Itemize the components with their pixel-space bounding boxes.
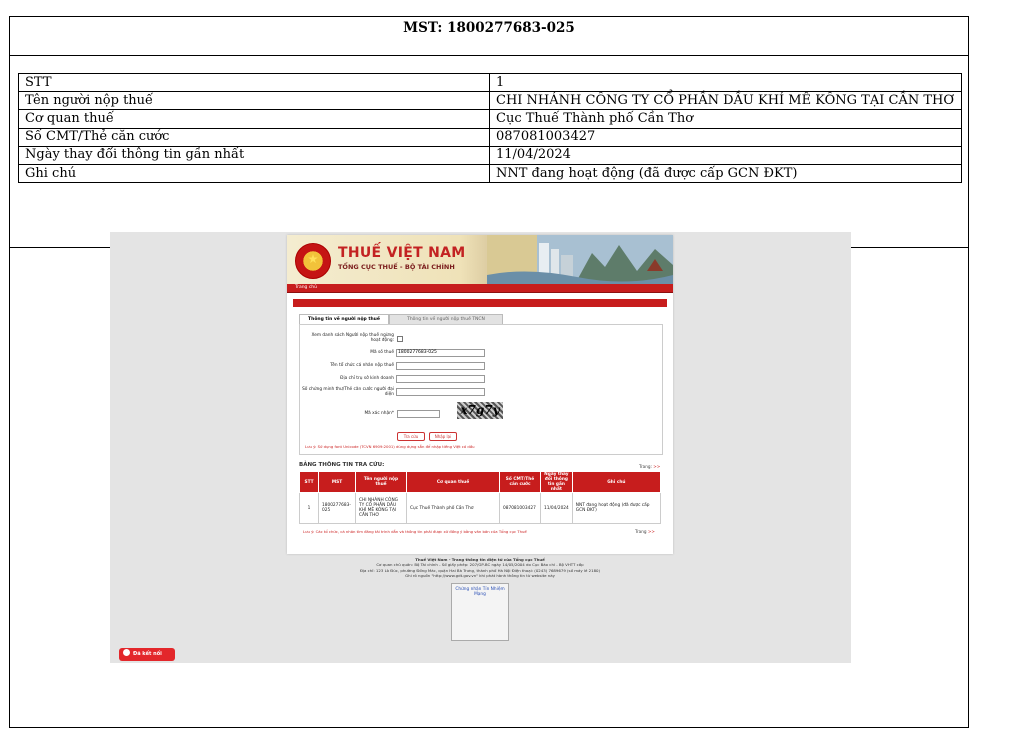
address-label: Địa chỉ trụ sở kinh doanh bbox=[340, 376, 394, 381]
mst-input[interactable]: 1800277683-025 bbox=[396, 349, 485, 357]
col-last-change: Ngày thay đổi thông tin gần nhất bbox=[540, 471, 573, 493]
search-form: Xem danh sách Người nộp thuế ngừng hoạt … bbox=[299, 324, 663, 455]
address-input[interactable] bbox=[396, 375, 485, 383]
info-label: Ghi chú bbox=[18, 163, 490, 184]
cert-label: Chứng nhận Tín Nhiệm Mạng bbox=[455, 587, 505, 597]
results-header-row: STT MST Tên người nộp thuế Cơ quan thuế … bbox=[299, 471, 662, 493]
info-value: 1 bbox=[489, 72, 962, 93]
paging-label: Trang: bbox=[639, 464, 652, 469]
col-note: Ghi chú bbox=[571, 471, 662, 493]
emc-badge[interactable]: Đã kết nối EMC bbox=[119, 648, 175, 670]
results-paging-bottom: Trang >> bbox=[635, 529, 655, 534]
info-row: Tên người nộp thuế CHI NHÁNH CÔNG TY CỔ P… bbox=[18, 91, 962, 111]
info-row: Ngày thay đổi thông tin gần nhất 11/04/20… bbox=[18, 145, 962, 165]
name-input[interactable] bbox=[396, 362, 485, 370]
info-value: 087081003427 bbox=[489, 127, 962, 147]
paging-next-link[interactable]: >> bbox=[653, 464, 660, 469]
col-id-card: Số CMT/Thẻ căn cước bbox=[499, 471, 541, 493]
captcha-label: Mã xác nhận* bbox=[364, 411, 394, 416]
info-label: Số CMT/Thẻ căn cước bbox=[18, 127, 490, 147]
site-footer: Thuế Việt Nam - Trang thông tin điện tử … bbox=[287, 557, 673, 578]
col-name: Tên người nộp thuế bbox=[355, 471, 407, 493]
emc-icon bbox=[123, 649, 130, 656]
col-mst: MST bbox=[318, 471, 356, 493]
results-title: BẢNG THÔNG TIN TRA CỨU: bbox=[299, 462, 385, 468]
cell-tax-office: Cục Thuế Thành phố Cần Thơ bbox=[406, 492, 500, 524]
info-value: NNT đang hoạt động (đã được cấp GCN ĐKT) bbox=[489, 163, 962, 184]
results-table: STT MST Tên người nộp thuế Cơ quan thuế … bbox=[299, 471, 662, 524]
results-paging-top: Trang: >> bbox=[639, 464, 660, 469]
info-section: STT 1 Tên người nộp thuế CHI NHÁNH CÔNG TY… bbox=[10, 56, 968, 248]
mst-label: Mã số thuế bbox=[370, 350, 394, 355]
panel-header: Tra cứu thông tin người nộp Thuế bbox=[293, 299, 667, 316]
tax-lookup-page: THUẾ VIỆT NAM TỔNG CỤC THUẾ - BỘ TÀI CHÍ… bbox=[287, 235, 673, 554]
search-button[interactable]: Tra cứu bbox=[397, 432, 425, 441]
info-value: CHI NHÁNH CÔNG TY CỔ PHẦN DẦU KHÍ MÊ KÔN… bbox=[489, 91, 962, 111]
nav-home-link[interactable]: Trang chủ bbox=[295, 284, 317, 292]
cell-note: NNT đang hoạt động (đã được cấp GCN ĐKT) bbox=[571, 492, 662, 524]
paging-bottom-next-link[interactable]: >> bbox=[648, 529, 655, 534]
cell-last-change: 11/04/2024 bbox=[540, 492, 573, 524]
info-row: STT 1 bbox=[18, 72, 962, 93]
suspended-list-label: Xem danh sách Người nộp thuế ngừng hoạt … bbox=[311, 333, 394, 343]
info-value: Cục Thuế Thành phố Cần Thơ bbox=[489, 109, 962, 129]
brand-title: THUẾ VIỆT NAM bbox=[338, 245, 466, 261]
name-label: Tên tổ chức cá nhân nộp thuế bbox=[330, 363, 394, 368]
captcha-image: x7g7y bbox=[457, 402, 503, 419]
info-row: Ghi chú NNT đang hoạt động (đã được cấp G… bbox=[18, 163, 962, 184]
id-label: Số chứng minh thư/Thẻ căn cước người đại… bbox=[302, 387, 394, 397]
footer-line: Ghi rõ nguồn "http://www.gdt.gov.vn" khi… bbox=[405, 572, 555, 578]
cell-mst: 1800277683-025 bbox=[318, 492, 356, 524]
form-note: Lưu ý: Sử dụng font Unicode (TCVN 6909:2… bbox=[305, 444, 475, 449]
document-header: MST: 1800277683-025 bbox=[10, 17, 968, 56]
col-stt: STT bbox=[299, 471, 319, 493]
info-label: Cơ quan thuế bbox=[18, 109, 490, 129]
landscape-banner-image bbox=[487, 235, 673, 284]
paging-bottom-label: Trang bbox=[635, 529, 647, 534]
info-table: STT 1 Tên người nộp thuế CHI NHÁNH CÔNG TY… bbox=[18, 72, 962, 184]
info-row: Cơ quan thuế Cục Thuế Thành phố Cần Thơ bbox=[18, 109, 962, 129]
captcha-input[interactable] bbox=[397, 410, 440, 418]
trust-certificate-badge[interactable]: Chứng nhận Tín Nhiệm Mạng bbox=[451, 583, 509, 641]
info-label: STT bbox=[18, 72, 490, 93]
table-row: 1 1800277683-025 CHI NHÁNH CÔNG TY CỔ PH… bbox=[299, 492, 662, 524]
national-emblem-icon bbox=[295, 243, 331, 279]
results-note: Lưu ý: Các tổ chức, cá nhân tìm đăng tải… bbox=[303, 529, 527, 534]
brand-subtitle: TỔNG CỤC THUẾ - BỘ TÀI CHÍNH bbox=[338, 263, 455, 271]
cell-stt: 1 bbox=[299, 492, 319, 524]
site-banner: THUẾ VIỆT NAM TỔNG CỤC THUẾ - BỘ TÀI CHÍ… bbox=[287, 235, 673, 284]
info-label: Tên người nộp thuế bbox=[18, 91, 490, 111]
embedded-screenshot: THUẾ VIỆT NAM TỔNG CỤC THUẾ - BỘ TÀI CHÍ… bbox=[110, 232, 851, 670]
info-value: 11/04/2024 bbox=[489, 145, 962, 165]
info-label: Ngày thay đổi thông tin gần nhất bbox=[18, 145, 490, 165]
col-tax-office: Cơ quan thuế bbox=[406, 471, 500, 493]
cell-id-card: 087081003427 bbox=[499, 492, 541, 524]
id-input[interactable] bbox=[396, 388, 485, 396]
cell-name: CHI NHÁNH CÔNG TY CỔ PHẦN DẦU KHÍ MÊ KÔN… bbox=[355, 492, 407, 524]
mst-heading: MST: 1800277683-025 bbox=[403, 20, 575, 36]
suspended-list-checkbox[interactable] bbox=[397, 336, 403, 342]
nav-bar: Trang chủ bbox=[287, 284, 673, 293]
info-row: Số CMT/Thẻ căn cước 087081003427 bbox=[18, 127, 962, 147]
reset-button[interactable]: Nhập lại bbox=[429, 432, 457, 441]
